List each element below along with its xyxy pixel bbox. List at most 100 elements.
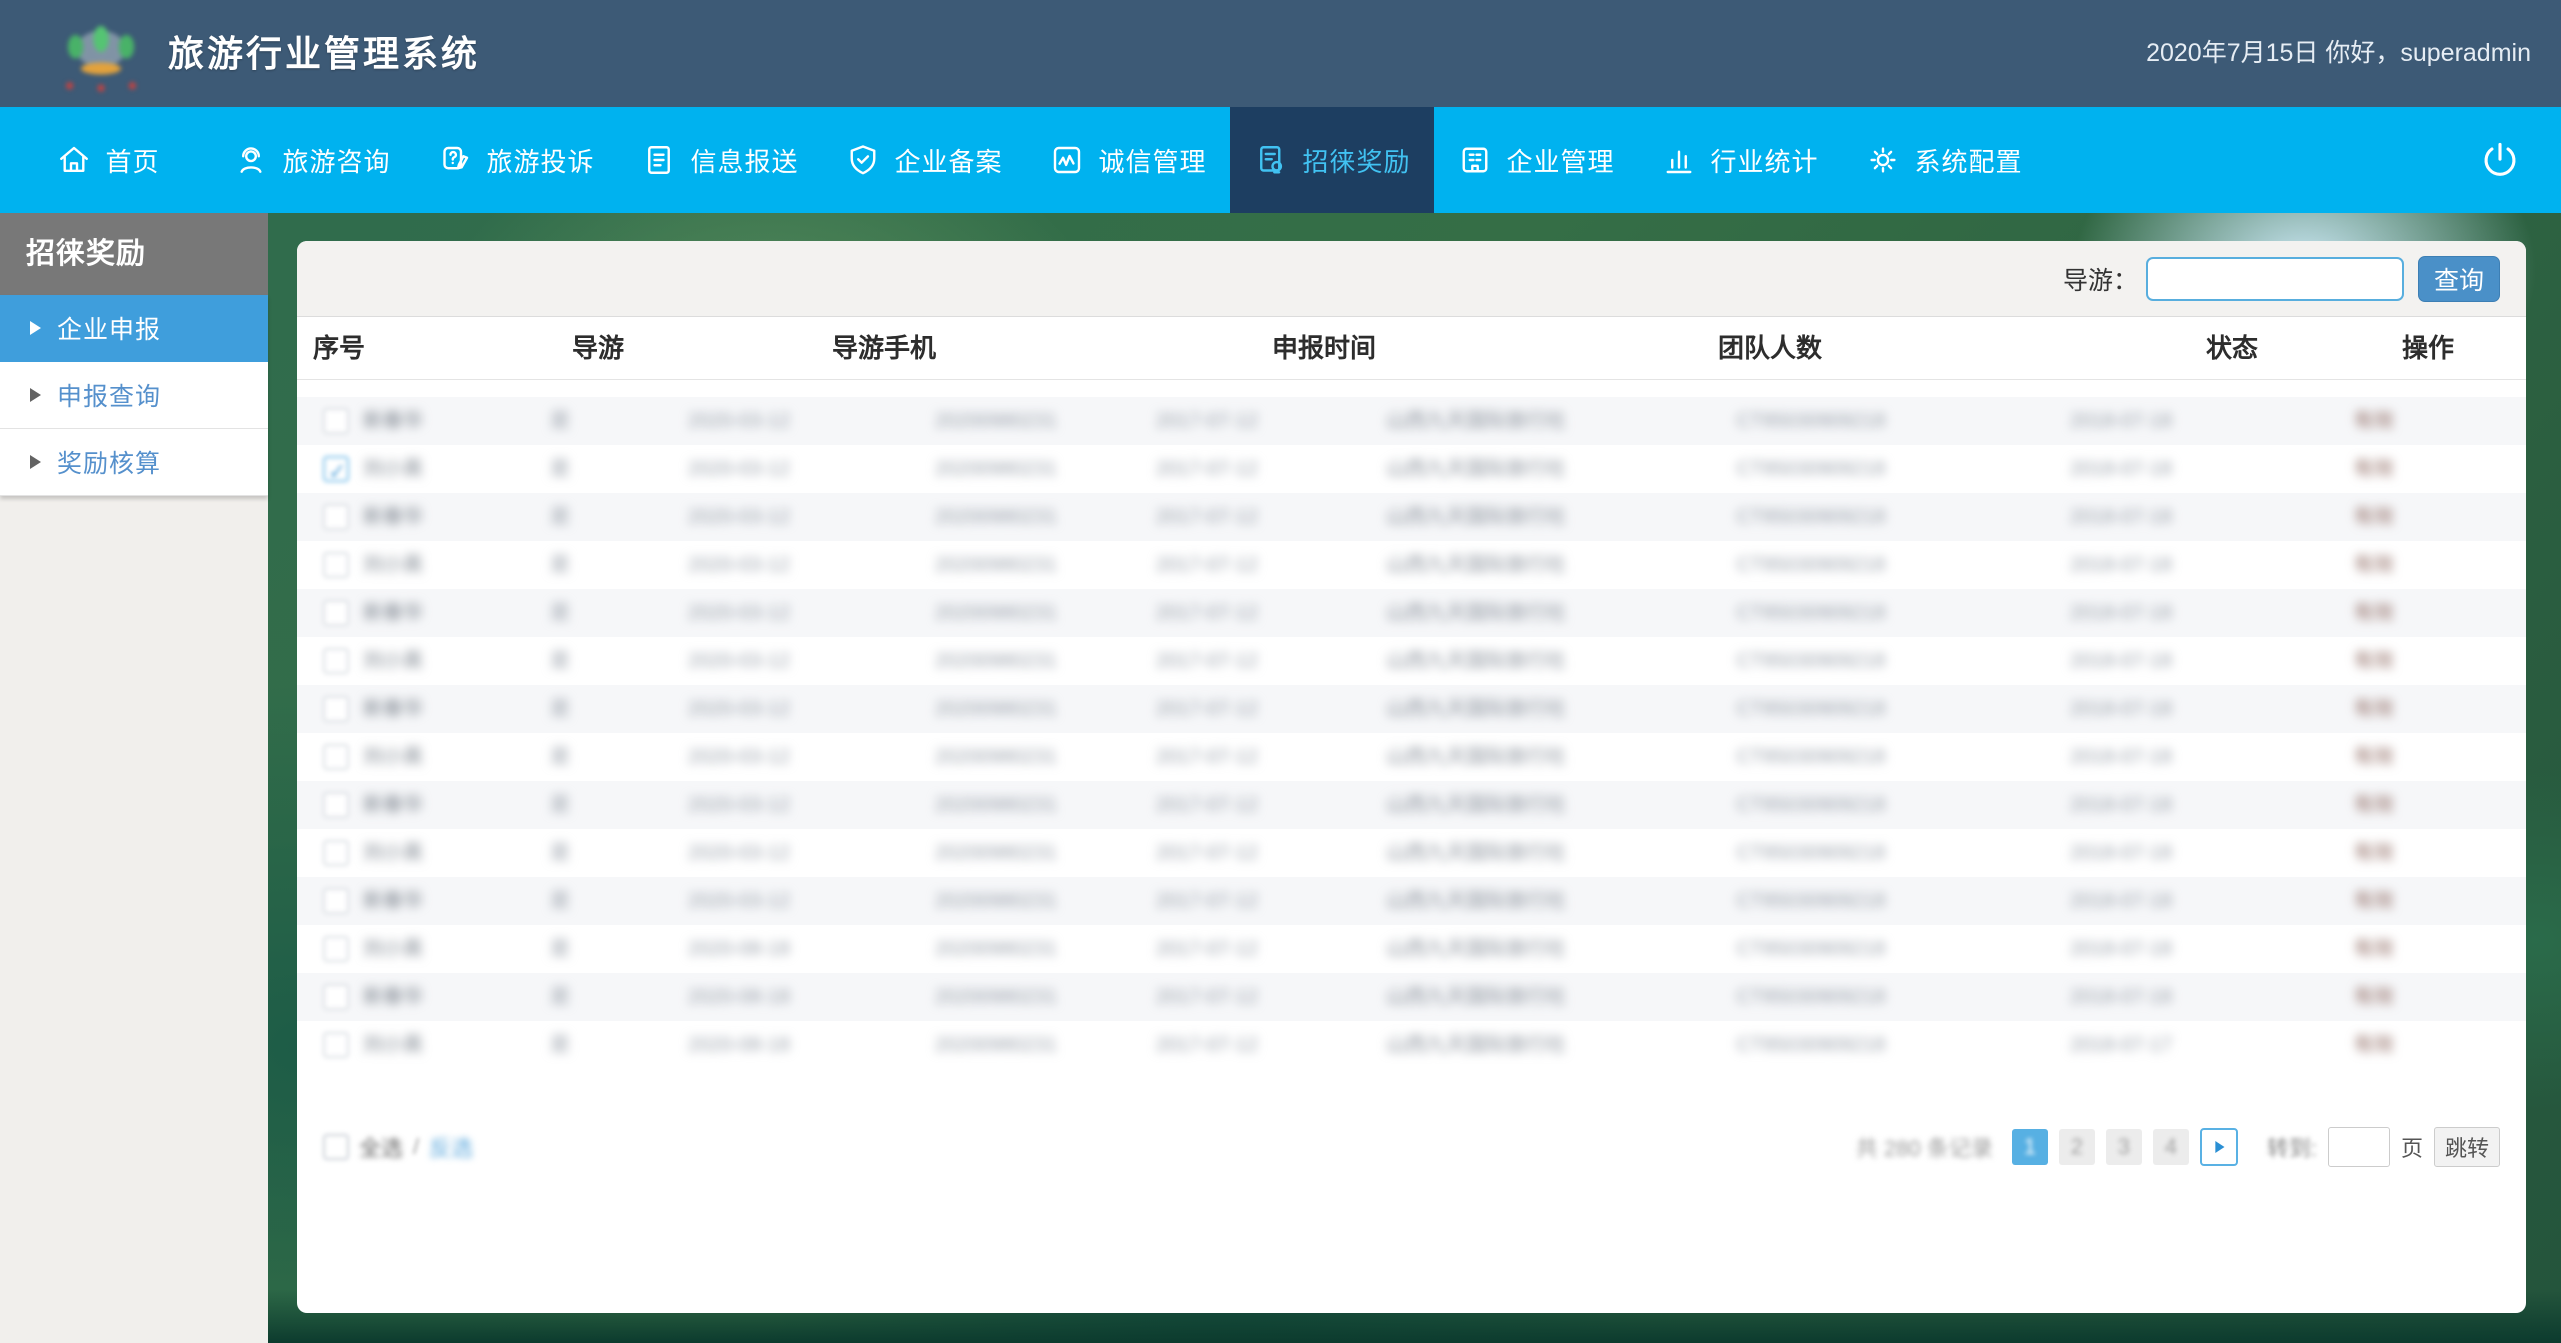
row-checkbox[interactable] [323, 504, 349, 530]
sidebar-item-reward-calc[interactable]: 奖励核算 [0, 429, 268, 496]
cell-name: 新春华 [363, 685, 513, 733]
page-button-4[interactable]: 4 [2153, 1129, 2189, 1165]
row-checkbox[interactable] [323, 600, 349, 626]
cell-date3: 2018-07-18 [1971, 685, 2271, 733]
cell-name: 新春华 [363, 493, 513, 541]
row-checkbox[interactable] [323, 552, 349, 578]
nav-item-enterprise[interactable]: 企业管理 [1434, 107, 1638, 213]
column-header: 操作 [2402, 317, 2454, 379]
nav-item-home[interactable]: 首页 [6, 107, 210, 213]
cell-code: CT85030909218 [1661, 397, 1961, 445]
building-icon [1457, 142, 1493, 178]
cell-guide: 是 [500, 541, 620, 589]
select-all-checkbox[interactable] [323, 1134, 349, 1160]
row-checkbox[interactable] [323, 888, 349, 914]
row-checkbox[interactable] [323, 696, 349, 722]
nav-item-reward[interactable]: 招徕奖励 [1230, 107, 1434, 213]
row-checkbox[interactable] [323, 408, 349, 434]
cell-guide: 是 [500, 733, 620, 781]
sidebar-item-label: 企业申报 [57, 310, 161, 346]
app-window: 旅游行业管理系统 2020年7月15日 你好，superadmin 首页旅游咨询… [0, 0, 2561, 1343]
page-button-2[interactable]: 2 [2059, 1129, 2095, 1165]
cell-name: 刘小英 [363, 445, 513, 493]
sidebar-item-enterprise-declare[interactable]: 企业申报 [0, 295, 268, 362]
page-button-1[interactable]: 1 [2012, 1129, 2048, 1165]
cell-guide: 是 [500, 637, 620, 685]
nav-item-stats[interactable]: 行业统计 [1638, 107, 1842, 213]
sidebar-item-declare-query[interactable]: 申报查询 [0, 362, 268, 429]
cell-date3: 2018-07-18 [1971, 637, 2271, 685]
top-header: 旅游行业管理系统 2020年7月15日 你好，superadmin [0, 0, 2561, 107]
select-all-label[interactable]: 全选 [359, 1131, 403, 1163]
cell-guide: 是 [500, 589, 620, 637]
cell-name: 新春华 [363, 781, 513, 829]
table-header-row: 序号导游导游手机申报时间团队人数状态操作 [297, 317, 2526, 380]
next-page-button[interactable] [2200, 1128, 2238, 1166]
cell-code: CT85030909218 [1661, 877, 1961, 925]
table-row: 刘小英是2020-03-12202009802312017-07-12山西九天国… [297, 733, 2526, 781]
nav-item-config[interactable]: 系统配置 [1842, 107, 2046, 213]
sidebar-menu: 企业申报申报查询奖励核算 [0, 295, 268, 496]
cell-date1: 2020-03-12 [639, 685, 839, 733]
consult-icon [233, 142, 269, 178]
row-checkbox[interactable] [323, 840, 349, 866]
cell-status: 有效 [2304, 781, 2444, 829]
row-checkbox[interactable] [323, 936, 349, 962]
goto-page-input[interactable] [2328, 1127, 2390, 1167]
cell-date1: 2020-03-12 [639, 397, 839, 445]
search-toolbar: 导游： 查询 [297, 241, 2526, 317]
cell-status: 有效 [2304, 973, 2444, 1021]
cell-comp: 山西九天国际旅行社 [1301, 1021, 1651, 1069]
cell-date1: 2020-03-12 [639, 493, 839, 541]
cell-name: 刘小英 [363, 637, 513, 685]
cell-comp: 山西九天国际旅行社 [1301, 781, 1651, 829]
invert-select-label[interactable]: 反选 [429, 1131, 473, 1163]
sidebar-title: 招徕奖励 [0, 213, 268, 295]
search-button[interactable]: 查询 [2418, 256, 2500, 302]
row-checkbox[interactable] [323, 744, 349, 770]
cell-guide: 是 [500, 1021, 620, 1069]
cell-name: 刘小英 [363, 733, 513, 781]
nav-item-consult[interactable]: 旅游咨询 [210, 107, 414, 213]
row-checkbox[interactable] [323, 456, 349, 482]
complaint-icon [437, 142, 473, 178]
cell-date3: 2018-07-18 [1971, 781, 2271, 829]
nav-item-credit[interactable]: 诚信管理 [1026, 107, 1230, 213]
cell-code: CT85030909218 [1661, 925, 1961, 973]
nav-item-record[interactable]: 企业备案 [822, 107, 1026, 213]
bar-chart-icon [1661, 142, 1697, 178]
cell-date1: 2020-03-12 [639, 541, 839, 589]
guide-search-input[interactable] [2146, 257, 2404, 301]
nav-item-complaint[interactable]: 旅游投诉 [414, 107, 618, 213]
row-checkbox[interactable] [323, 792, 349, 818]
column-header: 序号 [313, 317, 365, 379]
nav-item-label: 企业备案 [894, 142, 1002, 179]
play-arrow-icon [2208, 1136, 2230, 1158]
page-button-3[interactable]: 3 [2106, 1129, 2142, 1165]
cell-name: 新春华 [363, 973, 513, 1021]
table-row: 刘小英是2020-03-12202009802312017-07-12山西九天国… [297, 637, 2526, 685]
cell-comp: 山西九天国际旅行社 [1301, 493, 1651, 541]
jump-button[interactable]: 跳转 [2434, 1127, 2500, 1167]
row-checkbox[interactable] [323, 1032, 349, 1058]
pagination: 共 280 条记录 1234 转到: 页 跳转 [1856, 1127, 2500, 1167]
table-row: 新春华是2020-03-12202009802312017-07-12山西九天国… [297, 493, 2526, 541]
goto-label: 转到: [2267, 1131, 2317, 1163]
nav-item-report[interactable]: 信息报送 [618, 107, 822, 213]
logout-button[interactable] [2465, 125, 2535, 195]
cell-code: CT85030909218 [1661, 733, 1961, 781]
row-checkbox[interactable] [323, 984, 349, 1010]
cell-date3: 2018-07-18 [1971, 973, 2271, 1021]
cell-status: 有效 [2304, 877, 2444, 925]
cell-code: CT85030909218 [1661, 973, 1961, 1021]
table-row: 新春华是2020-03-12202009802312017-07-12山西九天国… [297, 397, 2526, 445]
cell-date3: 2018-07-18 [1971, 445, 2271, 493]
cell-name: 刘小英 [363, 925, 513, 973]
cell-status: 有效 [2304, 925, 2444, 973]
cell-date1: 2020-08-18 [639, 973, 839, 1021]
nav-item-label: 行业统计 [1710, 142, 1818, 179]
column-header: 导游 [572, 317, 624, 379]
row-checkbox[interactable] [323, 648, 349, 674]
cell-guide: 是 [500, 925, 620, 973]
config-icon [1865, 142, 1901, 178]
